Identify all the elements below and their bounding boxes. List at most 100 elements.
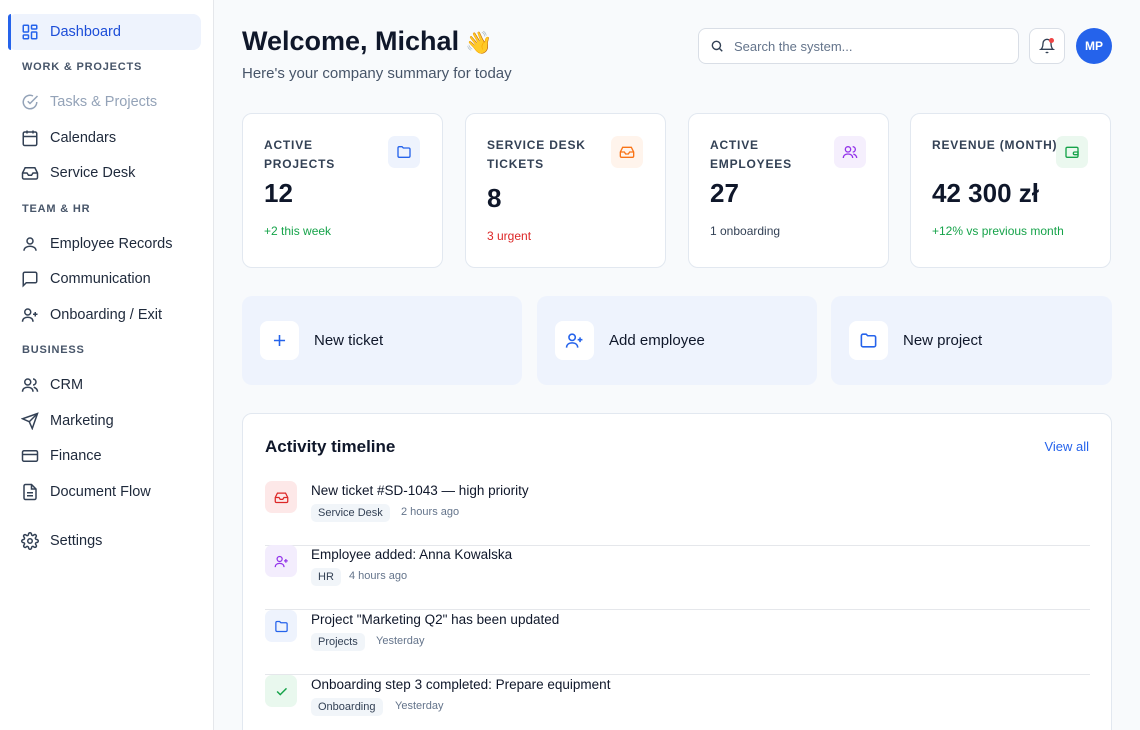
timeline-item[interactable]: Employee added: Anna Kowalska HR 4 hours… <box>265 545 1090 610</box>
user-plus-icon <box>21 306 39 324</box>
sidebar-item-onboarding[interactable]: Onboarding / Exit <box>8 297 201 333</box>
folder-icon <box>849 321 888 360</box>
stat-label: ACTIVE PROJECTS <box>264 138 336 171</box>
timeline-tag: Service Desk <box>311 504 390 522</box>
users-icon <box>21 376 39 394</box>
stat-value: 27 <box>710 178 739 208</box>
sidebar-item-label: Calendars <box>50 129 117 146</box>
page-subtitle: Here's your company summary for today <box>242 65 512 82</box>
sidebar-item-label: Dashboard <box>50 23 121 40</box>
gear-icon <box>21 532 39 551</box>
section-title-work: WORK & PROJECTS <box>22 61 143 73</box>
user-icon <box>21 235 39 253</box>
sidebar: Dashboard WORK & PROJECTS Tasks & Projec… <box>0 0 214 730</box>
stat-note: +12% vs previous month <box>932 224 1064 238</box>
notification-dot <box>1049 38 1054 43</box>
credit-card-icon <box>21 447 39 465</box>
sidebar-item-label: Marketing <box>50 412 114 429</box>
sidebar-item-label: Document Flow <box>50 483 151 500</box>
stat-value: 12 <box>264 178 293 208</box>
stat-value: 8 <box>487 183 502 213</box>
send-icon <box>21 412 39 430</box>
section-title-team: TEAM & HR <box>22 202 91 215</box>
avatar[interactable]: MP <box>1076 28 1112 64</box>
sidebar-item-label: Communication <box>50 271 151 288</box>
stat-label: REVENUE (MONTH) <box>932 138 1058 152</box>
sidebar-item-calendars[interactable]: Calendars <box>8 120 201 156</box>
folder-icon <box>388 136 420 168</box>
timeline-text: New ticket #SD-1043 — high priority <box>311 483 529 498</box>
sidebar-item-crm[interactable]: CRM <box>8 368 201 404</box>
calendar-icon <box>21 129 39 147</box>
add-employee-button[interactable]: Add employee <box>537 296 817 385</box>
welcome-text: Welcome, Michal <box>242 26 460 56</box>
activity-timeline: Activity timeline View all New ticket #S… <box>242 413 1112 730</box>
sidebar-item-label: Onboarding / Exit <box>50 306 163 323</box>
sidebar-item-label: CRM <box>50 377 84 394</box>
dashboard-icon <box>21 23 39 41</box>
sidebar-item-tasks[interactable]: Tasks & Projects <box>8 85 201 121</box>
sidebar-item-document-flow[interactable]: Document Flow <box>8 474 201 510</box>
sidebar-item-marketing[interactable]: Marketing <box>8 403 201 439</box>
wallet-icon <box>1056 136 1088 168</box>
inbox-icon <box>21 164 39 182</box>
sidebar-item-service-desk[interactable]: Service Desk <box>8 156 201 192</box>
timeline-text: Onboarding step 3 completed: Prepare equ… <box>311 677 611 692</box>
stat-card-active-employees: ACTIVE EMPLOYEES 27 1 onboarding <box>688 113 889 268</box>
timeline-item[interactable]: Onboarding step 3 completed: Prepare equ… <box>265 675 1090 730</box>
action-label: New ticket <box>314 332 384 349</box>
action-label: Add employee <box>609 332 705 349</box>
sidebar-item-dashboard[interactable]: Dashboard <box>8 14 201 50</box>
sidebar-item-employee-records[interactable]: Employee Records <box>8 226 201 262</box>
search-box[interactable] <box>698 28 1019 64</box>
stat-note: +2 this week <box>264 224 332 238</box>
page-title: Welcome, Michal 👋 <box>242 26 492 57</box>
timeline-tag: HR <box>311 568 341 586</box>
sidebar-item-settings[interactable]: Settings <box>8 524 201 560</box>
users-icon <box>834 136 866 168</box>
notifications-button[interactable] <box>1029 28 1065 64</box>
timeline-time: Yesterday <box>376 635 425 647</box>
sidebar-item-label: Service Desk <box>50 165 136 182</box>
message-icon <box>21 270 39 288</box>
user-plus-icon <box>555 321 594 360</box>
stat-label: ACTIVE EMPLOYEES <box>710 138 792 171</box>
new-ticket-button[interactable]: New ticket <box>242 296 522 385</box>
timeline-time: Yesterday <box>395 700 444 712</box>
action-label: New project <box>903 332 983 349</box>
timeline-title: Activity timeline <box>265 437 396 456</box>
inbox-icon <box>265 481 297 513</box>
search-input[interactable] <box>734 38 994 54</box>
stat-note: 3 urgent <box>487 229 532 243</box>
timeline-item[interactable]: Project "Marketing Q2" has been updated … <box>265 610 1090 675</box>
section-title-business: BUSINESS <box>22 344 85 356</box>
sidebar-item-label: Finance <box>50 448 102 465</box>
timeline-text: Employee added: Anna Kowalska <box>311 547 513 562</box>
stat-value: 42 300 zł <box>932 178 1039 208</box>
timeline-item[interactable]: New ticket #SD-1043 — high priority Serv… <box>265 481 1090 546</box>
timeline-time: 4 hours ago <box>349 570 408 582</box>
timeline-time: 2 hours ago <box>401 506 460 518</box>
user-plus-icon <box>265 545 297 577</box>
search-icon <box>711 40 723 52</box>
wave-emoji-icon: 👋 <box>465 30 493 55</box>
stat-card-revenue: REVENUE (MONTH) 42 300 zł +12% vs previo… <box>910 113 1111 268</box>
sidebar-item-label: Settings <box>50 533 103 550</box>
sidebar-item-finance[interactable]: Finance <box>8 439 201 475</box>
sidebar-item-label: Employee Records <box>50 235 173 252</box>
plus-icon <box>260 321 299 360</box>
check-circle-icon <box>21 93 39 111</box>
timeline-tag: Onboarding <box>311 698 383 716</box>
stat-card-service-desk: SERVICE DESK TICKETS 8 3 urgent <box>465 113 666 268</box>
inbox-icon <box>611 136 643 168</box>
document-icon <box>21 483 39 501</box>
timeline-tag: Projects <box>311 633 365 651</box>
timeline-text: Project "Marketing Q2" has been updated <box>311 612 560 627</box>
view-all-link[interactable]: View all <box>1044 439 1089 454</box>
stat-label: SERVICE DESK TICKETS <box>487 138 586 171</box>
stat-note: 1 onboarding <box>710 224 781 238</box>
sidebar-item-label: Tasks & Projects <box>50 94 158 111</box>
new-project-button[interactable]: New project <box>831 296 1112 385</box>
stat-card-active-projects: ACTIVE PROJECTS 12 +2 this week <box>242 113 443 268</box>
sidebar-item-communication[interactable]: Communication <box>8 262 201 298</box>
